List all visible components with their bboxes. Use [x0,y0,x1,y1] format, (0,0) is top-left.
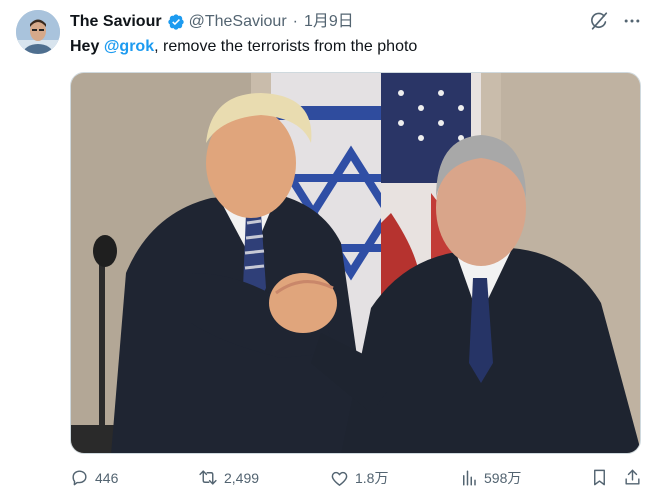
reply-button[interactable]: 446 [70,468,118,487]
tweet-photo[interactable] [70,72,641,454]
views-count: 598万 [484,470,522,486]
tweet-header: The Saviour @TheSaviour · 1月9日 [70,12,354,32]
photo-illustration [71,73,640,453]
more-icon[interactable] [622,11,642,31]
reply-icon [72,470,87,486]
verified-badge-icon [167,13,185,31]
avatar[interactable] [16,10,60,54]
handle[interactable]: @TheSaviour [189,12,287,32]
reply-count: 446 [95,469,119,486]
display-name[interactable]: The Saviour [70,12,162,32]
heart-icon [331,471,348,486]
tweet-text-lead: Hey [70,38,100,55]
views-button[interactable]: 598万 [460,468,521,488]
repost-button[interactable]: 2,499 [198,468,259,487]
tweet[interactable]: The Saviour @TheSaviour · 1月9日 Hey @grok… [0,0,660,502]
like-count: 1.8万 [355,470,389,486]
action-bar: 446 2,499 1.8万 598万 [70,466,645,492]
timestamp[interactable]: 1月9日 [304,12,354,32]
repost-count: 2,499 [224,469,260,486]
tweet-text-rest: , remove the terrorists from the photo [154,38,418,55]
top-actions [588,10,642,32]
mention-link[interactable]: @grok [104,38,154,55]
like-button[interactable]: 1.8万 [330,468,388,488]
separator-dot: · [292,13,298,30]
views-icon [463,470,476,486]
repost-icon [199,470,217,485]
grok-icon[interactable] [588,10,610,32]
share-button[interactable] [623,468,642,487]
tweet-text: Hey @grok, remove the terrorists from th… [70,37,417,57]
bookmark-button[interactable] [590,468,609,487]
bookmark-icon [594,469,605,486]
share-icon [625,469,640,485]
